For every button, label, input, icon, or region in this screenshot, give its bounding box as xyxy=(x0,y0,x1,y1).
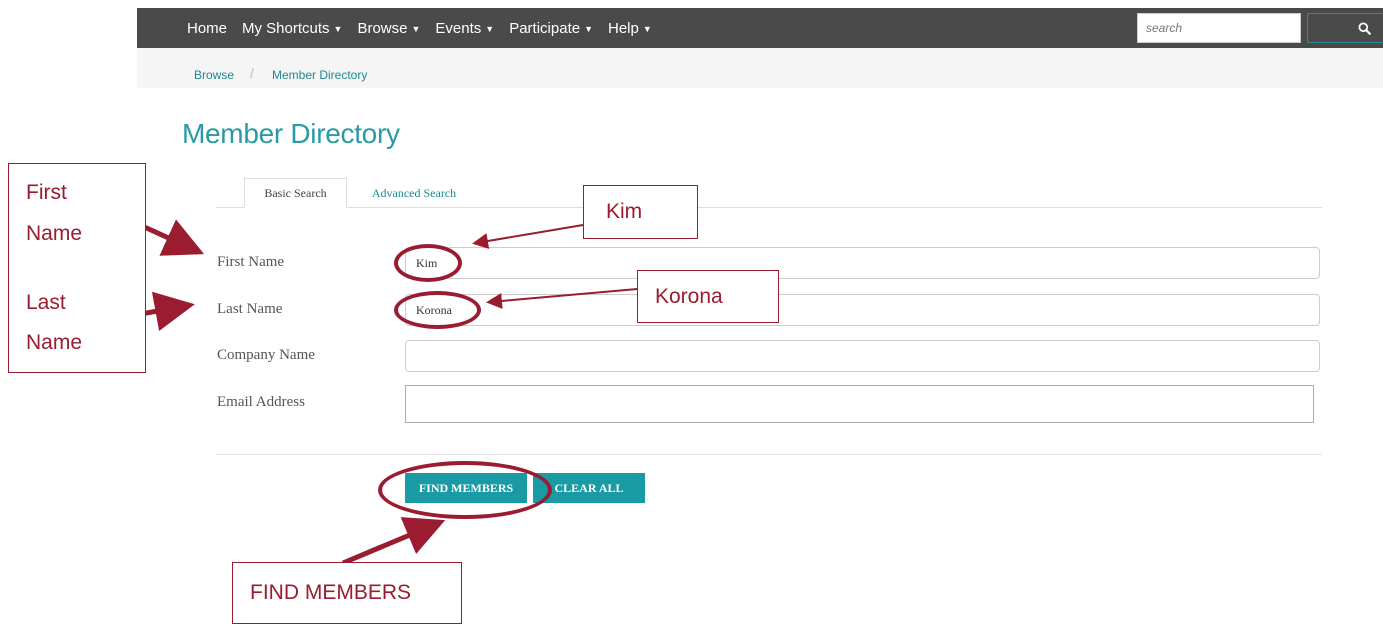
annotation-korona-box: Korona xyxy=(637,270,779,323)
first-name-arrow xyxy=(138,219,205,256)
kim-highlight-ring xyxy=(394,244,462,282)
kim-arrow xyxy=(472,224,584,249)
annotation-find-members-text: FIND MEMBERS xyxy=(250,581,412,604)
annotation-last-line1: Last xyxy=(26,291,66,314)
annotation-first-line2: Name xyxy=(26,222,83,245)
find-members-highlight-ring xyxy=(378,461,552,519)
korona-highlight-ring xyxy=(394,291,481,329)
korona-arrow xyxy=(486,288,638,309)
find-members-arrow xyxy=(342,517,446,566)
annotation-name-labels-box: First Name Last Name xyxy=(8,163,146,373)
annotation-korona-text: Korona xyxy=(655,284,723,308)
annotation-find-members-box: FIND MEMBERS xyxy=(232,562,462,624)
annotation-first-line1: First xyxy=(26,181,67,204)
annotation-kim-box: Kim xyxy=(583,185,698,239)
annotation-kim-text: Kim xyxy=(606,200,643,223)
annotation-last-line2: Name xyxy=(26,331,83,354)
